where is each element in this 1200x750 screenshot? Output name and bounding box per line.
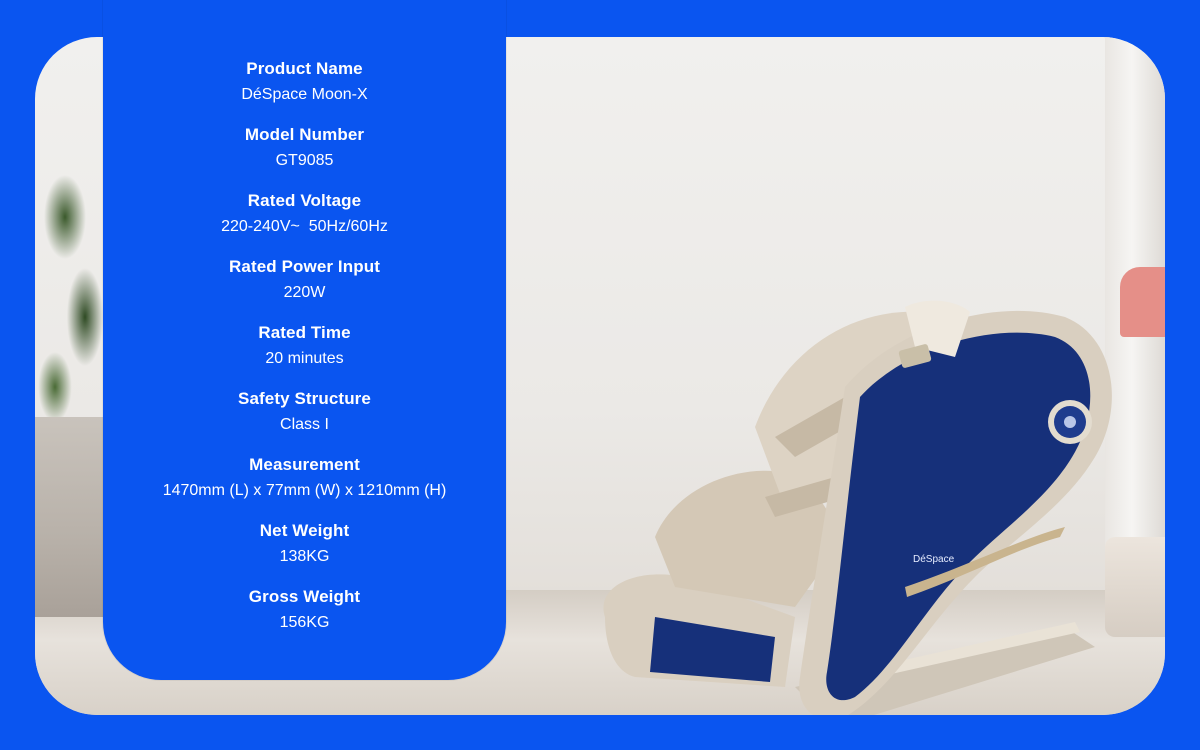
spec-value: 220-240V~ 50Hz/60Hz [221,218,388,235]
spec-rated-voltage: Rated Voltage 220-240V~ 50Hz/60Hz [103,189,506,255]
spec-product-name: Product Name DéSpace Moon-X [103,57,506,123]
spec-model-number: Model Number GT9085 [103,123,506,189]
spec-value: DéSpace Moon-X [241,86,368,103]
spec-label: Rated Voltage [247,191,362,210]
spec-value: GT9085 [275,152,334,169]
spec-list: Product Name DéSpace Moon-X Model Number… [103,57,506,651]
spec-label: Rated Power Input [229,257,380,276]
spec-value: 220W [283,284,326,301]
spec-value: 138KG [279,548,330,565]
spec-value: 156KG [279,614,330,631]
spec-rated-power-input: Rated Power Input 220W [103,255,506,321]
spec-measurement: Measurement 1470mm (L) x 77mm (W) x 1210… [103,453,506,519]
spec-label: Model Number [244,125,365,144]
spec-label: Measurement [249,455,360,474]
plant [35,147,105,447]
spec-label: Gross Weight [248,587,361,606]
spec-label: Product Name [246,59,363,78]
spec-panel: Product Name DéSpace Moon-X Model Number… [103,0,506,680]
spec-label: Safety Structure [238,389,371,408]
spec-label: Net Weight [259,521,350,540]
lamp [1120,267,1165,337]
spec-safety-structure: Safety Structure Class I [103,387,506,453]
spec-value: 20 minutes [265,350,344,367]
spec-net-weight: Net Weight 138KG [103,519,506,585]
spec-rated-time: Rated Time 20 minutes [103,321,506,387]
spec-value: 1470mm (L) x 77mm (W) x 1210mm (H) [162,482,447,499]
chair-brand-label: DéSpace [913,554,955,565]
massage-chair-image: DéSpace [603,300,1112,715]
spec-gross-weight: Gross Weight 156KG [103,585,506,651]
spec-value: Class I [280,416,329,433]
spec-label: Rated Time [258,323,351,342]
